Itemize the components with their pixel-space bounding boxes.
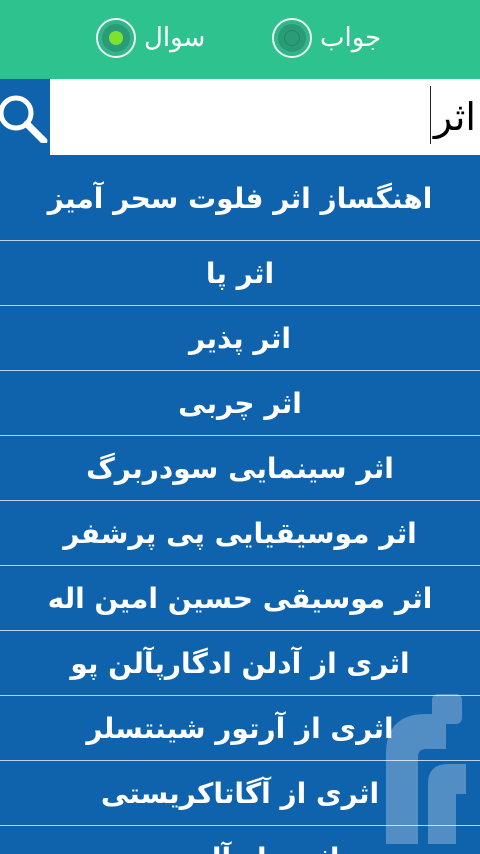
option-question[interactable]: سوال	[96, 14, 205, 62]
results-list: اهنگساز اثر فلوت سحر آمیز اثر پا اثر پذی…	[0, 156, 480, 854]
option-answer-label: جواب	[320, 23, 382, 53]
list-item[interactable]: اثر پا	[0, 241, 480, 306]
option-question-radio[interactable]	[96, 18, 136, 58]
list-item[interactable]: اثری از آگاتاکریستی	[0, 761, 480, 826]
list-item[interactable]: اثر موسیقیایی پی پرشفر	[0, 501, 480, 566]
list-item[interactable]: اثر سینمایی سودربرگ	[0, 436, 480, 501]
radio-selected-dot	[109, 31, 123, 45]
search-icon	[0, 95, 48, 143]
top-bar: سوال جواب	[0, 0, 480, 79]
list-item[interactable]: اثری از آلبر ...	[0, 826, 480, 854]
list-item[interactable]: اهنگساز اثر فلوت سحر آمیز	[0, 156, 480, 241]
list-item[interactable]: اثر پذیر	[0, 306, 480, 371]
option-answer-radio[interactable]	[272, 18, 312, 58]
search-button[interactable]	[0, 79, 50, 155]
radio-unselected-dot	[285, 31, 299, 45]
option-answer[interactable]: جواب	[272, 14, 381, 62]
list-item[interactable]: اثر موسیقی حسین امین اله	[0, 566, 480, 631]
list-item[interactable]: اثری از آرتور شینتسلر	[0, 696, 480, 761]
option-question-label: سوال	[144, 23, 206, 53]
list-item[interactable]: اثر چربی	[0, 371, 480, 436]
list-item[interactable]: اثری از آدلن ادگارپآلن پو	[0, 631, 480, 696]
text-caret	[430, 86, 431, 144]
search-input[interactable]	[52, 79, 480, 155]
